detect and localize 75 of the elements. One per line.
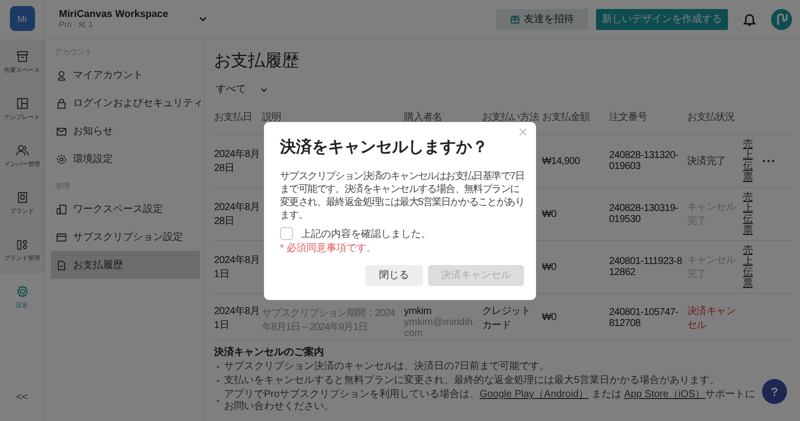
checkbox-label[interactable]: 上記の内容を確認しました。 <box>301 226 431 240</box>
table-cell: 240801-105747-812708 <box>609 306 678 328</box>
bell-icon[interactable] <box>742 12 757 26</box>
table-cell: 2024年8月28日 <box>214 202 260 227</box>
column-header: 購入者名 <box>404 110 443 125</box>
dialog-message: サブスクリプション決済のキャンセルはお支払日基準で7日まで可能です。決済をキャンセルする場合、無料プランに変更され、最終返金処理には最大5営業日かかることがあります。 <box>280 170 524 222</box>
archive-icon <box>16 50 28 62</box>
card-icon <box>56 232 67 242</box>
table-cell: 240828-131320-019603 <box>609 150 678 172</box>
brand-kit-icon <box>16 238 28 250</box>
sidebar-item[interactable]: 環境設定 <box>51 145 200 173</box>
table-cell: クレジットカード <box>482 306 531 330</box>
store-link[interactable]: App Store（iOS） <box>624 389 706 400</box>
gear-icon <box>56 154 67 164</box>
page-title: お支払履歴 <box>214 51 300 71</box>
status-label: 決済キャンセル <box>687 306 736 330</box>
table-cell-text: ymkim <box>404 306 432 317</box>
column-header: 説明 <box>262 110 282 125</box>
building-icon <box>56 204 67 214</box>
filter-dropdown[interactable]: すべて <box>214 80 270 100</box>
member-count: 1 <box>88 20 93 29</box>
table-cell: ₩0 <box>542 312 556 323</box>
receipt-link[interactable]: 売上伝票 <box>743 245 753 289</box>
table-cell: ₩0 <box>542 262 556 272</box>
lock-icon <box>56 98 67 108</box>
notice-text: 支払いをキャンセルすると無料プランに変更され、最終的な返金処理には最大5営業日かかる場合があります。 <box>224 375 720 387</box>
workspace-name[interactable]: MiriCanvas Workspace <box>59 9 168 20</box>
gift-icon <box>510 14 520 24</box>
chevron-down-icon <box>260 86 268 94</box>
mail-icon <box>56 126 67 136</box>
table-cell: 2024年8月28日 <box>214 149 260 174</box>
document-icon <box>56 260 67 270</box>
table-cell: ₩14,900 <box>542 156 580 166</box>
table-cell: 240801-111923-812862 <box>609 256 682 278</box>
gear-icon <box>16 284 28 298</box>
help-button[interactable]: ? <box>762 379 787 404</box>
status-label: 決済完了 <box>687 156 726 167</box>
column-header: お支払金額 <box>542 110 591 125</box>
sidebar-item[interactable]: お支払履歴 <box>51 251 200 279</box>
people-icon <box>78 20 86 28</box>
dialog-title: 決済をキャンセルしますか？ <box>280 138 489 158</box>
table-cell: 2024年8月1日 <box>214 255 260 280</box>
brand-icon <box>16 190 28 204</box>
invite-button[interactable]: 友達を招待 <box>496 8 588 30</box>
notice-text: アプリでProサブスクリプションを利用している場合は、Google Play（Android） または App Store（iOS）サポートにお問い合わせください。 <box>224 389 756 413</box>
sidebar-item[interactable]: サブスクリプション設定 <box>51 223 200 251</box>
layout-icon <box>16 96 28 110</box>
notice-text: サブスクリプション決済のキャンセルは、決済日の7日前まで可能です。 <box>224 361 550 373</box>
table-cell: ₩0 <box>542 208 556 220</box>
sidebar-item[interactable]: お知らせ <box>51 117 200 145</box>
chevron-down-icon[interactable] <box>198 14 208 24</box>
close-button[interactable]: 閉じる <box>365 264 423 286</box>
sidebar-item[interactable]: マイアカウント <box>51 61 200 89</box>
table-cell: 240828-130319-019530 <box>609 203 678 225</box>
confirm-checkbox[interactable] <box>280 227 293 240</box>
column-header: お支払い方法 <box>482 110 540 125</box>
receipt-link[interactable]: 売上伝票 <box>743 192 753 236</box>
avatar-icon[interactable] <box>771 8 792 30</box>
user-icon <box>56 70 67 80</box>
store-link[interactable]: Google Play（Android） <box>480 389 589 400</box>
notice-title: 決済キャンセルのご案内 <box>214 345 325 359</box>
sidebar-item[interactable]: ログインおよびセキュリティ <box>51 89 200 117</box>
column-header: 注文番号 <box>609 110 648 125</box>
more-icon[interactable] <box>762 159 775 163</box>
table-cell: 2024年8月1日 <box>214 306 260 330</box>
column-header: お支払状況 <box>687 110 736 125</box>
collapse-button[interactable]: << <box>12 390 32 405</box>
people-icon <box>16 144 28 156</box>
workspace-logo[interactable]: Mi <box>10 6 34 31</box>
create-design-button[interactable]: 新しいデザインを作成する <box>596 8 728 30</box>
column-header: お支払日 <box>214 110 253 125</box>
sidebar-item[interactable]: ワークスペース設定 <box>51 195 200 223</box>
receipt-link[interactable]: 売上伝票 <box>743 139 753 183</box>
error-message: * 必須同意事項です。 <box>280 242 378 254</box>
plan-label: Pro · <box>59 20 76 29</box>
